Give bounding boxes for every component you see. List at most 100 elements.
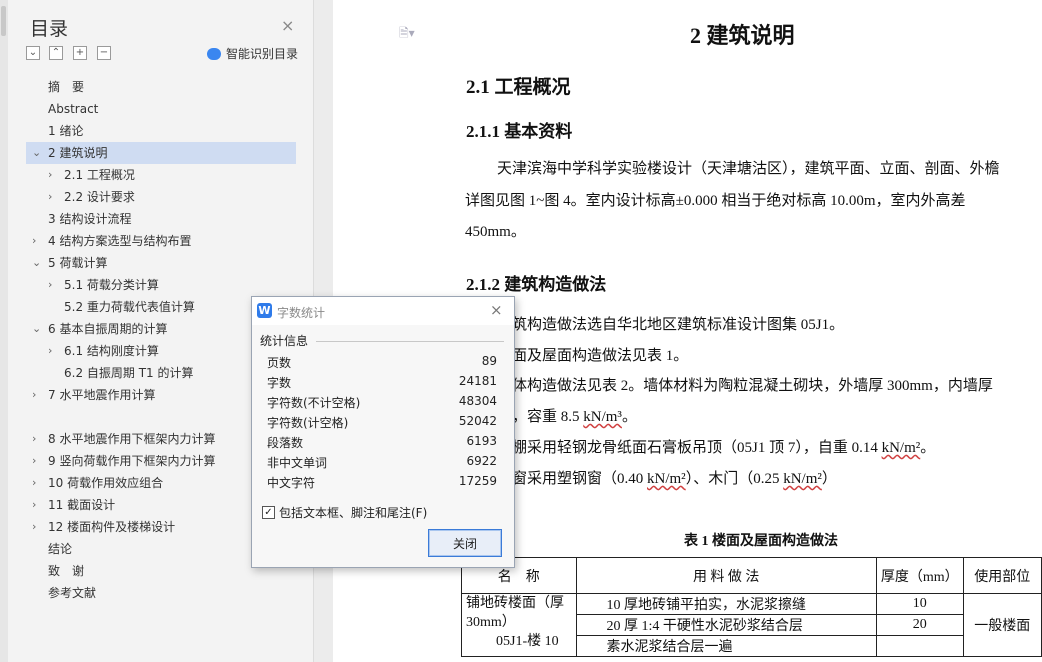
stat-label: 段落数 [267,436,304,450]
chevron-right-icon[interactable]: › [32,428,36,450]
chevron-right-icon[interactable]: › [32,494,36,516]
subsection-heading-1: 2.1.1 基本资料 [466,122,573,141]
toc-item[interactable]: › 2.1 工程概况 [26,164,296,186]
chevron-right-icon[interactable]: › [48,164,52,186]
paragraph-line: 天津滨海中学科学实验楼设计（天津塘沽区），建筑平面、立面、剖面、外檐 [497,161,1000,177]
stat-row: 字数 24181 [267,374,497,394]
chevron-right-icon[interactable]: › [32,472,36,494]
toc-item-label: 1 绪论 [48,124,84,138]
smart-toc-label: 智能识别目录 [226,47,299,61]
toc-item-label: 2.1 工程概况 [64,168,135,182]
stat-label: 字符数(计空格) [267,416,349,430]
toc-item-label: 6.1 结构刚度计算 [64,344,159,358]
toc-item[interactable]: › 2.2 设计要求 [26,186,296,208]
stat-row: 段落数 6193 [267,434,497,454]
stat-value: 48304 [458,394,497,408]
toc-item-label: 6.2 自振周期 T1 的计算 [64,366,194,380]
include-textbox-checkbox[interactable]: ✓ [262,506,275,519]
table-cell-thickness: 10 [875,593,964,615]
chevron-right-icon[interactable]: › [32,450,36,472]
stat-label: 字符数(不计空格) [267,396,361,410]
close-icon[interactable]: × [490,301,503,319]
toc-item-label: 致 谢 [48,564,85,578]
toc-item-label: 3 结构设计流程 [48,212,132,226]
toc-item[interactable]: ⌄ 2 建筑说明 [26,142,296,164]
paragraph-line: ，容重 8.5 kN/m³。 [512,409,637,425]
toc-item-label: 结论 [48,542,73,556]
stat-label: 字数 [267,376,292,390]
remove-heading-icon[interactable]: − [97,46,111,60]
paragraph-line: 窗采用塑钢窗（0.40 kN/m²）、木门（0.25 kN/m²） [512,471,837,487]
stat-label: 页数 [267,356,292,370]
toc-item-label: 7 水平地震作用计算 [48,388,156,402]
toc-item-label: 5 荷载计算 [48,256,108,270]
dialog-titlebar[interactable]: W 字数统计 × [252,297,514,325]
checkbox-label[interactable]: 包括文本框、脚注和尾注(F) [279,504,427,521]
chapter-heading: 2 建筑说明 [690,23,795,48]
word-count-dialog: W 字数统计 × 统计信息 页数 89 字数 24181 字符数(不计空格) 48304 字… [251,296,515,568]
dialog-title: 字数统计 [277,306,326,320]
expand-up-icon[interactable]: ⌃ [49,46,63,60]
chevron-right-icon[interactable]: › [48,186,52,208]
toc-item[interactable]: ⌄ 5 荷载计算 [26,252,296,274]
toc-item[interactable]: › 4 结构方案选型与结构布置 [26,230,296,252]
chevron-right-icon[interactable]: › [32,230,36,252]
table-cell-usage: 一般楼面 [962,593,1042,657]
section-heading: 2.1 工程概况 [466,77,571,98]
toc-item-label: 6 基本自振周期的计算 [48,322,168,336]
stat-row: 非中文单词 6922 [267,454,497,474]
paragraph-line: 450mm。 [465,224,526,240]
toc-item[interactable]: 3 结构设计流程 [26,208,296,230]
add-heading-icon[interactable]: + [73,46,87,60]
pane-scrollbar-thumb[interactable] [1,6,6,36]
smart-toc-button[interactable]: 智能识别目录 [207,45,298,62]
toc-item-label: 2 建筑说明 [48,146,108,160]
stat-value: 89 [481,354,497,368]
toc-item[interactable]: 参考文献 [26,582,296,604]
table-cell-material: 10 厚地砖铺平拍实，水泥浆擦缝 [575,593,877,615]
collapse-all-icon[interactable]: ⌄ [26,46,40,60]
toc-item[interactable]: Abstract [26,98,296,120]
chevron-right-icon[interactable]: › [48,274,52,296]
close-icon[interactable]: × [281,16,294,35]
chevron-right-icon[interactable]: › [32,384,36,406]
stat-value: 6922 [466,454,497,468]
chevron-right-icon[interactable]: › [32,516,36,538]
toc-item-label: 8 水平地震作用下框架内力计算 [48,432,216,446]
pane-scrollbar[interactable] [0,0,8,662]
toc-item-label: 12 楼面构件及楼梯设计 [48,520,176,534]
robot-icon [207,48,221,60]
toc-title: 目录 [30,18,69,40]
table-cell-thickness: 20 [875,614,964,636]
toc-item-label: 参考文献 [48,586,97,600]
chevron-down-icon[interactable]: ⌄ [32,142,41,164]
paragraph-line: 面及屋面构造做法见表 1。 [512,348,689,364]
toc-item-label: 11 截面设计 [48,498,116,512]
chevron-down-icon[interactable]: ⌄ [32,252,41,274]
page-view-icon[interactable]: 🗎▾ [399,24,415,45]
paragraph-line: 筑构造做法选自华北地区建筑标准设计图集 05J1。 [512,317,845,333]
toc-item-label: 4 结构方案选型与结构布置 [48,234,192,248]
chevron-right-icon[interactable]: › [48,340,52,362]
table-cell-material: 素水泥浆结合层一遍 [575,635,877,657]
toc-item[interactable]: 摘 要 [26,76,296,98]
table-caption: 表 1 楼面及屋面构造做法 [684,534,838,549]
chevron-down-icon[interactable]: ⌄ [32,318,41,340]
toc-item-label: 5.2 重力荷载代表值计算 [64,300,195,314]
toc-item-label: 10 荷载作用效应组合 [48,476,164,490]
table-header: 厚度（mm） [875,557,964,594]
stat-value: 24181 [458,374,497,388]
toc-item-label: 5.1 荷载分类计算 [64,278,159,292]
toc-item[interactable]: › 5.1 荷载分类计算 [26,274,296,296]
divider [316,341,504,342]
table-cell-name: 铺地砖楼面（厚 30mm） 05J1-楼 10 [461,593,577,657]
table-cell-material: 20 厚 1:4 干硬性水泥砂浆结合层 [575,614,877,636]
subsection-heading-2: 2.1.2 建筑构造做法 [466,275,607,294]
toc-item[interactable]: 1 绪论 [26,120,296,142]
paragraph-line: 棚采用轻钢龙骨纸面石膏板吊顶（05J1 顶 7），自重 0.14 kN/m²。 [512,440,936,456]
toc-item-label: 摘 要 [48,80,85,94]
close-button[interactable]: 关闭 [428,529,502,557]
stat-value: 52042 [458,414,497,428]
wps-logo-icon: W [257,303,272,318]
stat-value: 6193 [466,434,497,448]
